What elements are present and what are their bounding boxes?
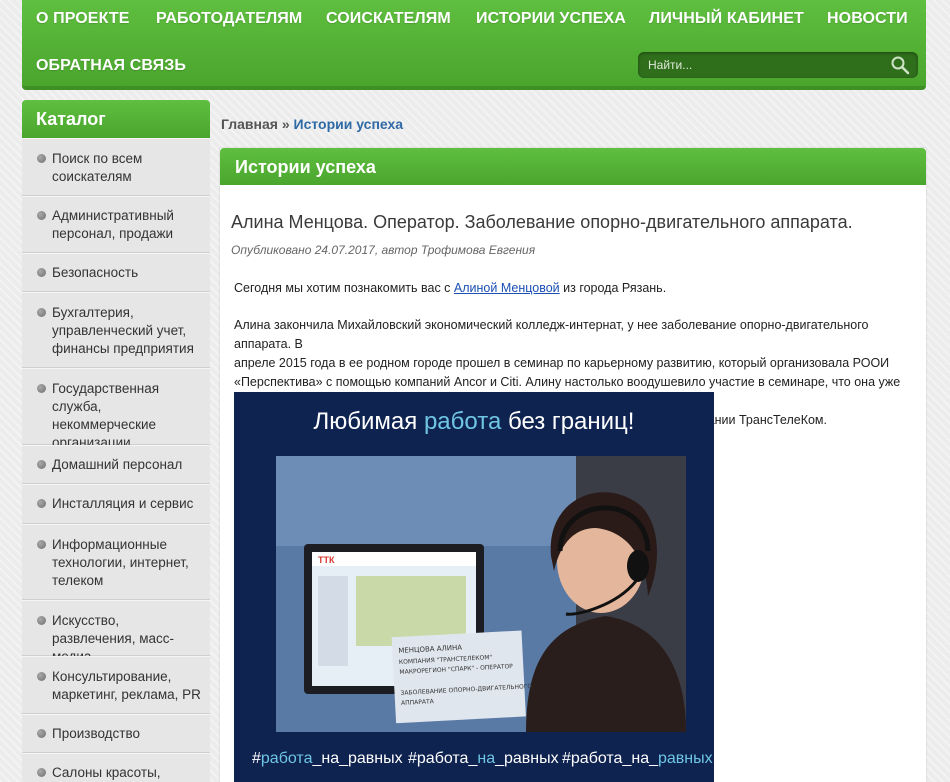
photo: ТТК МЕНЦОВА АЛИНА КОМПАНИЯ "ТРАНСТЕЛЕКОМ… bbox=[276, 456, 686, 732]
nav-item-news[interactable]: НОВОСТИ bbox=[827, 10, 908, 28]
bullet-icon bbox=[37, 308, 46, 317]
body-line: апреле 2015 года в ее родном городе прош… bbox=[234, 356, 890, 370]
bullet-icon bbox=[37, 268, 46, 277]
hashtag-accent: на bbox=[477, 750, 496, 767]
breadcrumb-home-link[interactable]: Главная bbox=[221, 116, 278, 132]
intro-paragraph: Сегодня мы хотим познакомить вас с Алино… bbox=[234, 279, 666, 298]
breadcrumb-current: Истории успеха bbox=[293, 116, 404, 132]
nav-item-job-seekers[interactable]: СОИСКАТЕЛЯМ bbox=[326, 10, 451, 28]
article-meta: Опубликовано 24.07.2017, автор Трофимова… bbox=[231, 243, 536, 257]
screen-logo: ТТК bbox=[318, 555, 335, 565]
catalog-item-label: Домашний персонал bbox=[52, 457, 183, 472]
bullet-icon bbox=[37, 211, 46, 220]
catalog-sidebar: Каталог Поиск по всем соискателям Админи… bbox=[22, 100, 210, 782]
catalog-item-label: Административный персонал, продажи bbox=[52, 208, 174, 241]
catalog-item-installation[interactable]: Инсталляция и сервис bbox=[22, 484, 210, 524]
nav-item-feedback[interactable]: ОБРАТНАЯ СВЯЗЬ bbox=[36, 57, 186, 75]
breadcrumb-separator: » bbox=[277, 116, 294, 132]
nav-item-success-stories[interactable]: ИСТОРИИ УСПЕХА bbox=[476, 10, 626, 28]
hashtag: #работа_на_равных bbox=[562, 750, 713, 768]
bullet-icon bbox=[37, 616, 46, 625]
bullet-icon bbox=[37, 460, 46, 469]
catalog-item-security[interactable]: Безопасность bbox=[22, 253, 210, 292]
catalog-item-label: Безопасность bbox=[52, 265, 139, 280]
intro-text: Сегодня мы хотим познакомить вас с bbox=[234, 281, 454, 295]
catalog-item-beauty[interactable]: Салоны красоты, bbox=[22, 753, 210, 782]
catalog-list: Поиск по всем соискателям Административн… bbox=[22, 138, 210, 782]
breadcrumb: Главная » Истории успеха bbox=[221, 116, 403, 132]
hashtag-accent: работа bbox=[260, 750, 313, 767]
bullet-icon bbox=[37, 384, 46, 393]
hashtag-part: _на_равных bbox=[312, 750, 403, 767]
bullet-icon bbox=[37, 672, 46, 681]
catalog-item-label: Инсталляция и сервис bbox=[52, 496, 194, 511]
section-heading: Истории успеха bbox=[220, 148, 926, 185]
body-line: Алина закончила Михайловский экономическ… bbox=[234, 318, 869, 351]
catalog-item-accounting[interactable]: Бухгалтерия, управленческий учет, финанс… bbox=[22, 292, 210, 368]
catalog-item-art-media[interactable]: Искусство, развлечения, масс-медиа bbox=[22, 600, 210, 664]
catalog-item-label: Производство bbox=[52, 726, 141, 741]
hashtag-accent: равных bbox=[657, 750, 713, 767]
hashtag: #работа_на_равных bbox=[252, 750, 403, 768]
image-headline: Любимая работа без границ! bbox=[234, 408, 714, 436]
hashtag-part: # bbox=[252, 750, 261, 767]
catalog-item-label: Информационные технологии, интернет, тел… bbox=[52, 537, 189, 588]
search-box bbox=[638, 52, 918, 78]
search-input[interactable] bbox=[648, 56, 878, 74]
bullet-icon bbox=[37, 768, 46, 777]
headline-text-end: без границ! bbox=[501, 408, 635, 435]
intro-text-end: из города Рязань. bbox=[559, 281, 667, 295]
bullet-icon bbox=[37, 499, 46, 508]
bullet-icon bbox=[37, 154, 46, 163]
headline-text: Любимая bbox=[313, 408, 424, 435]
hashtag-part: #работа_ bbox=[408, 750, 478, 767]
bullet-icon bbox=[37, 729, 46, 738]
nav-item-about[interactable]: О ПРОЕКТЕ bbox=[36, 10, 129, 28]
catalog-item-production[interactable]: Производство bbox=[22, 714, 210, 753]
search-icon[interactable] bbox=[890, 55, 910, 75]
hashtag-part: #работа_на_ bbox=[562, 750, 658, 767]
article-title: Алина Менцова. Оператор. Заболевание опо… bbox=[231, 212, 853, 232]
photo-illustration: ТТК МЕНЦОВА АЛИНА КОМПАНИЯ "ТРАНСТЕЛЕКОМ… bbox=[276, 456, 686, 732]
catalog-title: Каталог bbox=[22, 100, 210, 138]
headline-accent: работа bbox=[423, 408, 502, 435]
nav-item-employers[interactable]: РАБОТОДАТЕЛЯМ bbox=[156, 10, 302, 28]
catalog-item-label: Салоны красоты, bbox=[52, 765, 161, 780]
catalog-item-admin-sales[interactable]: Административный персонал, продажи bbox=[22, 196, 210, 253]
hashtag: #работа_на_равных bbox=[408, 750, 559, 768]
catalog-item-government[interactable]: Государственная служба, некоммерческие о… bbox=[22, 368, 210, 450]
catalog-item-consulting[interactable]: Консультирование, маркетинг, реклама, PR bbox=[22, 656, 210, 714]
story-image: Любимая работа без границ! ТТК МЕНЦОВА А… bbox=[234, 392, 714, 782]
person-link[interactable]: Алиной Менцовой bbox=[454, 281, 560, 295]
catalog-item-label: Поиск по всем соискателям bbox=[52, 151, 143, 184]
hashtag-part: _равных bbox=[495, 750, 559, 767]
catalog-item-label: Государственная служба, некоммерческие о… bbox=[52, 381, 160, 450]
catalog-item-label: Бухгалтерия, управленческий учет, финанс… bbox=[52, 305, 194, 356]
catalog-item-all-seekers[interactable]: Поиск по всем соискателям bbox=[22, 138, 210, 196]
nav-item-personal-cabinet[interactable]: ЛИЧНЫЙ КАБИНЕТ bbox=[649, 10, 804, 28]
catalog-item-it[interactable]: Информационные технологии, интернет, тел… bbox=[22, 524, 210, 600]
catalog-item-domestic[interactable]: Домашний персонал bbox=[22, 445, 210, 484]
top-navigation: О ПРОЕКТЕ РАБОТОДАТЕЛЯМ СОИСКАТЕЛЯМ ИСТО… bbox=[22, 0, 926, 90]
content-panel: Истории успеха Алина Менцова. Оператор. … bbox=[220, 148, 926, 782]
catalog-item-label: Консультирование, маркетинг, реклама, PR bbox=[52, 669, 201, 702]
bullet-icon bbox=[37, 540, 46, 549]
